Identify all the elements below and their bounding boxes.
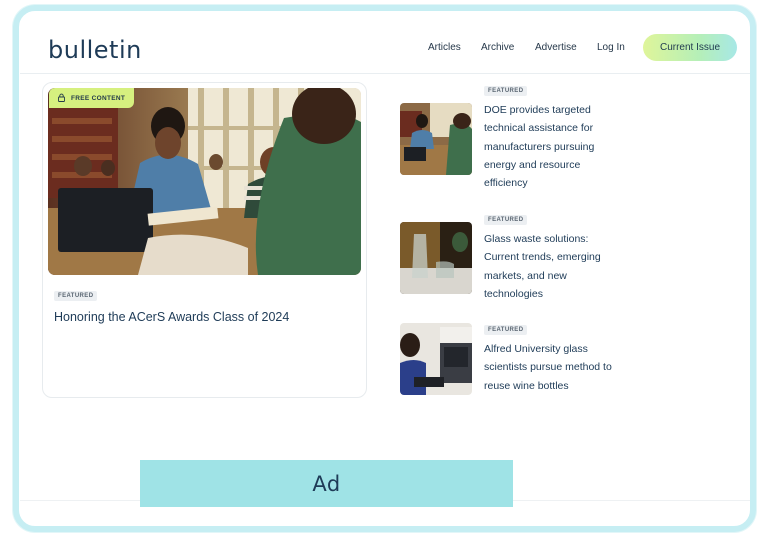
- lock-icon: [57, 93, 66, 104]
- main-article-image[interactable]: [48, 88, 361, 275]
- nav-articles[interactable]: Articles: [428, 42, 461, 53]
- free-content-badge: FREE CONTENT: [49, 88, 135, 108]
- side-article-2-image[interactable]: [400, 222, 472, 294]
- current-issue-button[interactable]: Current Issue: [643, 34, 737, 61]
- site-logo[interactable]: bulletin: [48, 36, 142, 64]
- main-article-title[interactable]: Honoring the ACerS Awards Class of 2024: [54, 308, 354, 326]
- featured-tag: FEATURED: [484, 325, 528, 335]
- free-content-label: FREE CONTENT: [71, 94, 126, 102]
- featured-tag: FEATURED: [484, 215, 528, 225]
- featured-tag: FEATURED: [54, 291, 98, 301]
- header-divider: [20, 73, 750, 74]
- side-article-3-image[interactable]: [400, 323, 472, 395]
- side-article-3-title[interactable]: Alfred University glass scientists pursu…: [484, 340, 624, 395]
- side-article-1-title[interactable]: DOE provides targeted technical assistan…: [484, 101, 624, 192]
- featured-tag: FEATURED: [484, 86, 528, 96]
- side-article-1-image[interactable]: [400, 103, 472, 175]
- side-article-2-title[interactable]: Glass waste solutions: Current trends, e…: [484, 230, 624, 303]
- ad-banner[interactable]: Ad: [140, 460, 513, 507]
- nav-login[interactable]: Log In: [597, 42, 625, 53]
- nav-archive[interactable]: Archive: [481, 42, 514, 53]
- nav-advertise[interactable]: Advertise: [535, 42, 577, 53]
